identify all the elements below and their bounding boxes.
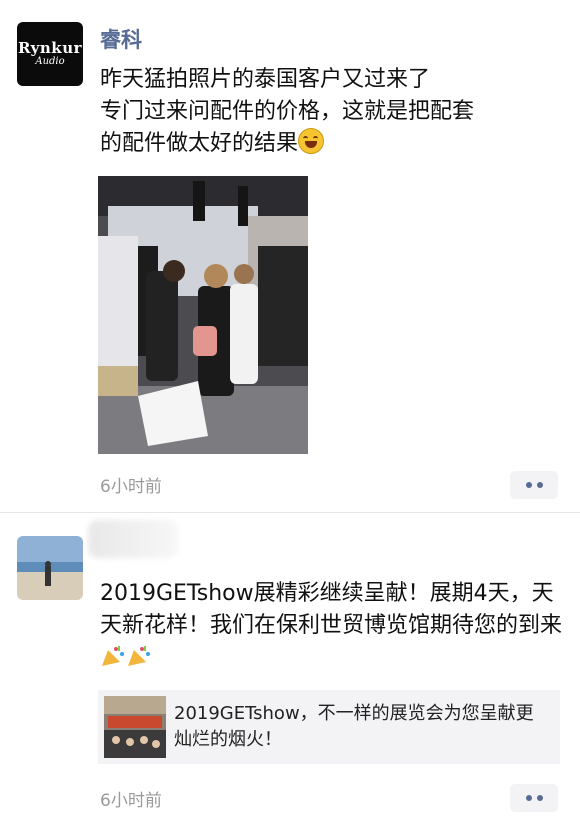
- moment-post: 2019GETshow展精彩继续呈献！展期4天，天天新花样！我们在保利世贸博览馆…: [0, 514, 580, 822]
- blurred-username: [88, 520, 178, 558]
- link-title: 2019GETshow，不一样的展览会为您呈献更灿烂的烟火！: [174, 703, 534, 750]
- divider: [0, 512, 580, 513]
- post-text-content: 昨天猛拍照片的泰国客户又过来了 专门过来问配件的价格，这就是把配套 的配件做太好…: [100, 67, 475, 156]
- avatar[interactable]: [17, 536, 83, 600]
- avatar-sub-text: Audio: [35, 56, 65, 67]
- post-photo[interactable]: [98, 176, 308, 454]
- dot-icon: [536, 795, 543, 801]
- laughing-emoji-icon: [298, 128, 325, 154]
- shared-link-card[interactable]: 2019GETshow，不一样的展览会为您呈献更灿烂的烟火！: [98, 690, 560, 764]
- dot-icon: [536, 482, 543, 488]
- post-text: 昨天猛拍照片的泰国客户又过来了 专门过来问配件的价格，这就是把配套 的配件做太好…: [100, 64, 560, 160]
- party-popper-icon: [128, 646, 150, 666]
- avatar[interactable]: Rynkur Audio: [17, 22, 83, 86]
- post-time: 6小时前: [100, 477, 162, 497]
- more-options-button[interactable]: [510, 471, 558, 499]
- post-time: 6小时前: [100, 791, 162, 811]
- post-text-content: 2019GETshow展精彩继续呈献！展期4天，天天新花样！我们在保利世贸博览馆…: [100, 581, 563, 638]
- more-options-button[interactable]: [510, 784, 558, 812]
- moment-post: Rynkur Audio 睿科 昨天猛拍照片的泰国客户又过来了 专门过来问配件的…: [0, 0, 580, 512]
- link-thumbnail: [104, 696, 166, 758]
- party-popper-icon: [102, 646, 124, 666]
- post-text: 2019GETshow展精彩继续呈献！展期4天，天天新花样！我们在保利世贸博览馆…: [100, 578, 562, 674]
- username[interactable]: 睿科: [100, 24, 142, 54]
- dot-icon: [525, 482, 532, 488]
- avatar-brand-text: Rynkur: [17, 39, 83, 57]
- dot-icon: [525, 795, 532, 801]
